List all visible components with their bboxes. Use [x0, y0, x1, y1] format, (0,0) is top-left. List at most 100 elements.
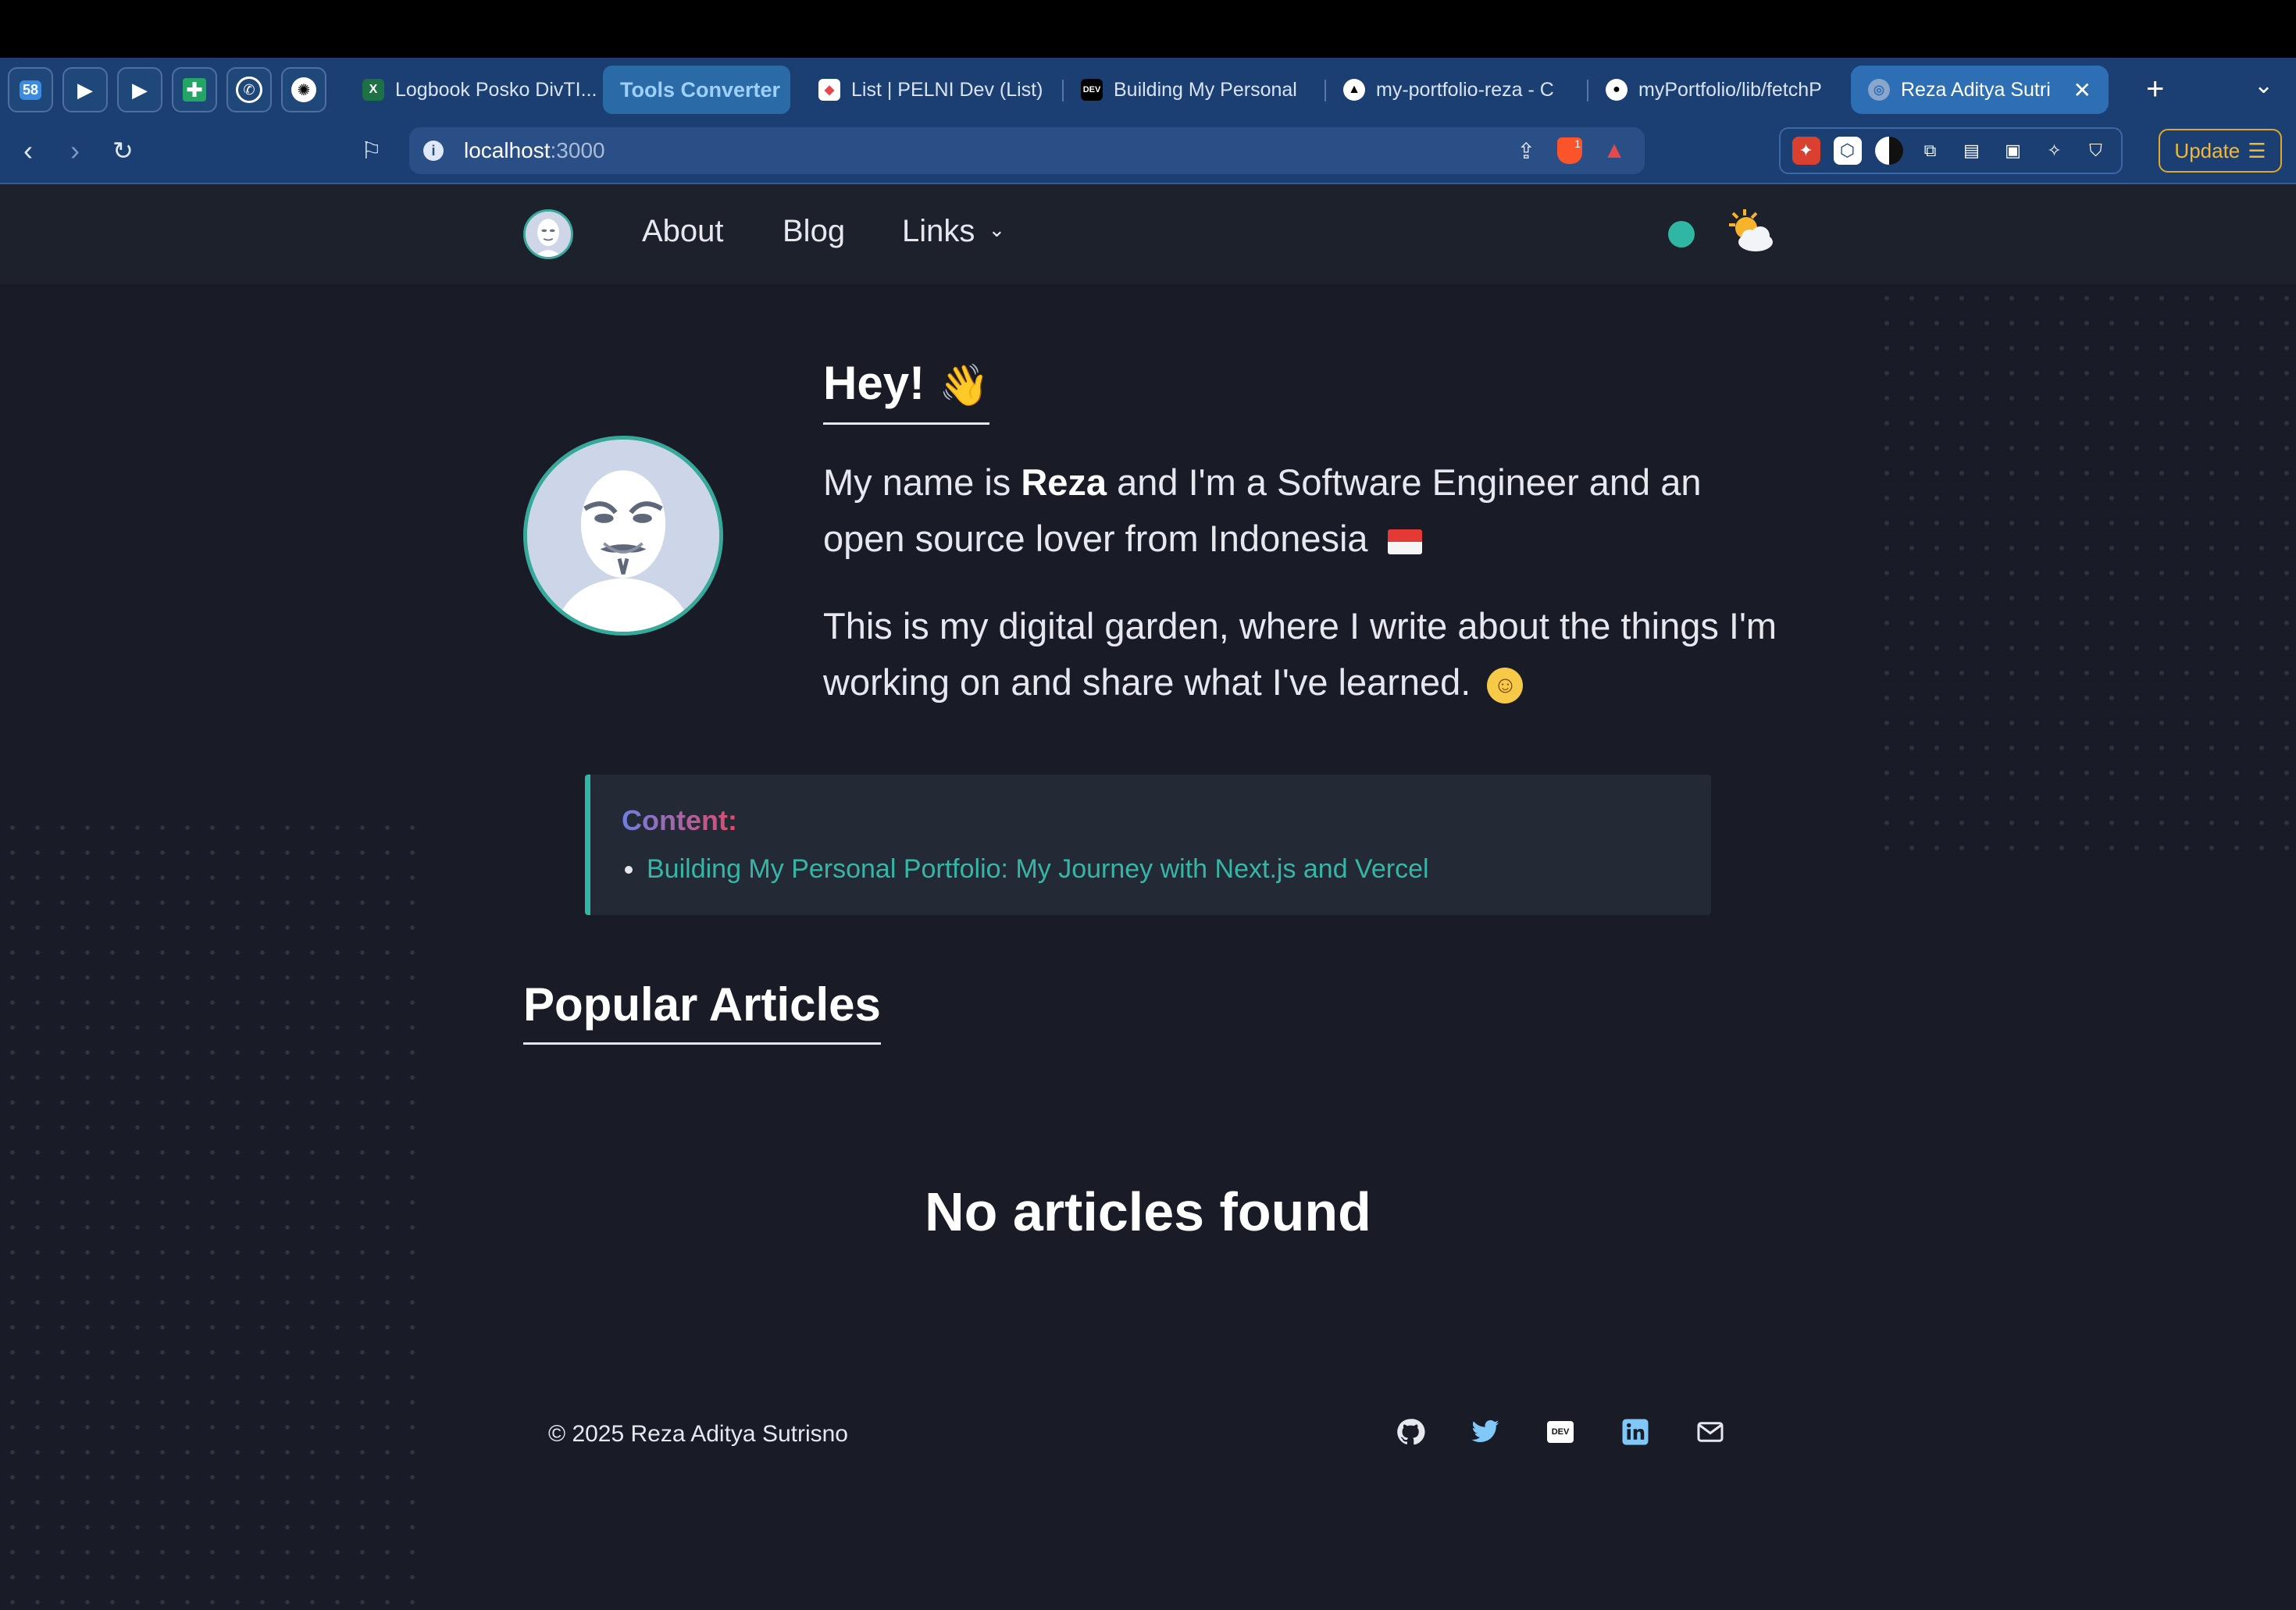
tab-logbook[interactable]: X Logbook Posko DivTI... — [345, 66, 603, 114]
url-host: localhost — [464, 138, 551, 162]
forward-button[interactable]: › — [70, 134, 80, 167]
content-list-item[interactable]: Building My Personal Portfolio: My Journ… — [625, 854, 1429, 885]
update-button[interactable]: Update ☰ — [2159, 129, 2282, 173]
intro-name: Reza — [1021, 461, 1107, 503]
garden-text: This is my digital garden, where I write… — [823, 605, 1777, 703]
dev-icon: DEV — [1081, 79, 1103, 101]
bookmark-button[interactable]: ⚐ — [361, 137, 382, 165]
github-icon — [1397, 1419, 1425, 1445]
pinned-tab-play-2[interactable]: ▶ — [117, 67, 162, 112]
twitter-link[interactable] — [1468, 1415, 1503, 1449]
nav-links[interactable]: Links ⌄ — [902, 214, 1005, 249]
tab-github-fetch[interactable]: ● myPortfolio/lib/fetchP — [1588, 66, 1851, 114]
extension-red-icon[interactable]: ✦ — [1792, 137, 1820, 165]
twitter-icon — [1471, 1419, 1499, 1442]
pinned-tab-calendar[interactable]: 58 — [8, 67, 53, 112]
pinned-tab-play-1[interactable]: ▶ — [62, 67, 108, 112]
mask-avatar-icon — [526, 212, 571, 257]
update-label: Update — [2174, 138, 2241, 162]
address-bar[interactable]: i localhost:3000 ⇪ 1 ▲ — [409, 127, 1645, 174]
play-icon: ▶ — [132, 77, 148, 102]
new-tab-button[interactable]: + — [2146, 72, 2164, 107]
pinned-tab-whatsapp[interactable]: ✆ — [226, 67, 272, 112]
whatsapp-icon: ✆ — [236, 77, 262, 103]
tab-label: List | PELNI Dev (List) — [851, 78, 1043, 101]
dot-pattern-right — [1874, 286, 2296, 859]
pinned-tab-openai[interactable]: ✺ — [281, 67, 326, 112]
tab-building-portfolio[interactable]: DEV Building My Personal — [1064, 66, 1326, 114]
close-icon[interactable]: ✕ — [2073, 77, 2091, 103]
vpn-icon[interactable]: ⛉ — [2082, 137, 2110, 165]
sun-cloud-icon[interactable] — [1723, 206, 1777, 261]
extension-code-icon[interactable]: ⬡ — [1833, 137, 1862, 165]
reload-icon: ↻ — [112, 137, 134, 165]
shields-count-badge: 1 — [1574, 137, 1581, 150]
chevron-right-icon: › — [70, 134, 80, 166]
excel-icon: X — [362, 79, 384, 101]
hero-title: Hey! 👋 — [823, 356, 989, 425]
dark-mode-icon[interactable] — [1874, 137, 1903, 165]
pinned-tabs: 58 ▶ ▶ ✚ ✆ ✺ — [0, 67, 326, 112]
play-icon: ▶ — [77, 77, 93, 102]
brave-rewards-icon[interactable]: ▲ — [1603, 137, 1626, 164]
info-icon[interactable]: i — [423, 141, 444, 161]
sheets-icon: ✚ — [183, 78, 206, 102]
reload-button[interactable]: ↻ — [112, 136, 134, 166]
status-dot[interactable] — [1668, 221, 1695, 248]
vercel-icon: ▲ — [1343, 79, 1365, 101]
chevron-down-icon: ⌄ — [988, 218, 1006, 241]
hero-title-text: Hey! — [823, 357, 925, 409]
nav-links-label: Links — [902, 214, 975, 248]
leo-ai-icon[interactable]: ✧ — [2041, 137, 2069, 165]
pinned-tab-sheets[interactable]: ✚ — [172, 67, 217, 112]
popular-articles-title: Popular Articles — [523, 978, 881, 1045]
mail-icon — [1697, 1422, 1724, 1442]
page: About Blog Links ⌄ Hey! 👋 My name is Rez… — [0, 184, 2296, 1610]
sidebar-icon[interactable]: ▤ — [1958, 137, 1986, 165]
globe-icon: ◎ — [1868, 79, 1890, 101]
tab-vercel-project[interactable]: ▲ my-portfolio-reza - C — [1326, 66, 1588, 114]
puzzle-icon[interactable]: ⧉ — [1916, 137, 1945, 165]
mask-avatar-icon — [527, 440, 719, 632]
hero-intro: My name is Reza and I'm a Software Engin… — [823, 454, 1784, 567]
linkedin-link[interactable] — [1618, 1415, 1652, 1449]
indonesia-flag-icon — [1387, 529, 1422, 554]
content-label: Content: — [622, 804, 737, 836]
content-link[interactable]: Building My Personal Portfolio: My Journ… — [647, 854, 1429, 885]
wallet-icon[interactable]: ▣ — [1999, 137, 2027, 165]
github-icon: ● — [1606, 79, 1628, 101]
dev-icon: DEV — [1547, 1421, 1574, 1443]
tab-label: Logbook Posko DivTI... — [395, 78, 597, 101]
tab-tools-converter[interactable]: Tools Converter — [603, 66, 790, 114]
tab-list: X Logbook Posko DivTI... Tools Converter… — [345, 58, 2109, 122]
tab-label: myPortfolio/lib/fetchP — [1638, 78, 1822, 101]
menu-icon: ☰ — [2248, 138, 2266, 162]
extensions-group: ✦ ⬡ ⧉ ▤ ▣ ✧ ⛉ — [1779, 127, 2123, 174]
linkedin-icon — [1622, 1419, 1649, 1445]
profile-avatar — [523, 436, 723, 636]
macos-top-bar — [0, 0, 2296, 58]
brave-shields-icon[interactable]: 1 — [1557, 137, 1582, 164]
openai-icon: ✺ — [291, 77, 316, 102]
tab-pelni-list[interactable]: ◆ List | PELNI Dev (List) — [801, 66, 1064, 114]
github-link[interactable] — [1393, 1415, 1428, 1449]
tab-label: Building My Personal — [1114, 78, 1297, 101]
nav-blog[interactable]: Blog — [783, 214, 845, 249]
site-header: About Blog Links ⌄ — [0, 184, 2296, 284]
waving-hand-icon: 👋 — [939, 363, 989, 408]
clickup-icon: ◆ — [818, 79, 840, 101]
nav-about[interactable]: About — [642, 214, 724, 249]
url-text[interactable]: localhost:3000 — [464, 138, 605, 163]
smiling-face-icon: ☺ — [1487, 667, 1524, 703]
footer-copyright: © 2025 Reza Aditya Sutrisno — [548, 1421, 848, 1447]
back-button[interactable]: ‹ — [23, 134, 33, 167]
chevron-down-icon: ⌄ — [2254, 73, 2274, 98]
tab-current[interactable]: ◎ Reza Aditya Sutri ✕ — [1851, 66, 2109, 114]
email-link[interactable] — [1693, 1415, 1727, 1449]
bookmark-icon: ⚐ — [361, 138, 382, 164]
tab-search-button[interactable]: ⌄ — [2254, 72, 2273, 99]
share-icon[interactable]: ⇪ — [1517, 138, 1535, 164]
site-logo[interactable] — [523, 209, 573, 259]
intro-text: My name is — [823, 461, 1021, 503]
dev-link[interactable]: DEV — [1543, 1415, 1578, 1449]
